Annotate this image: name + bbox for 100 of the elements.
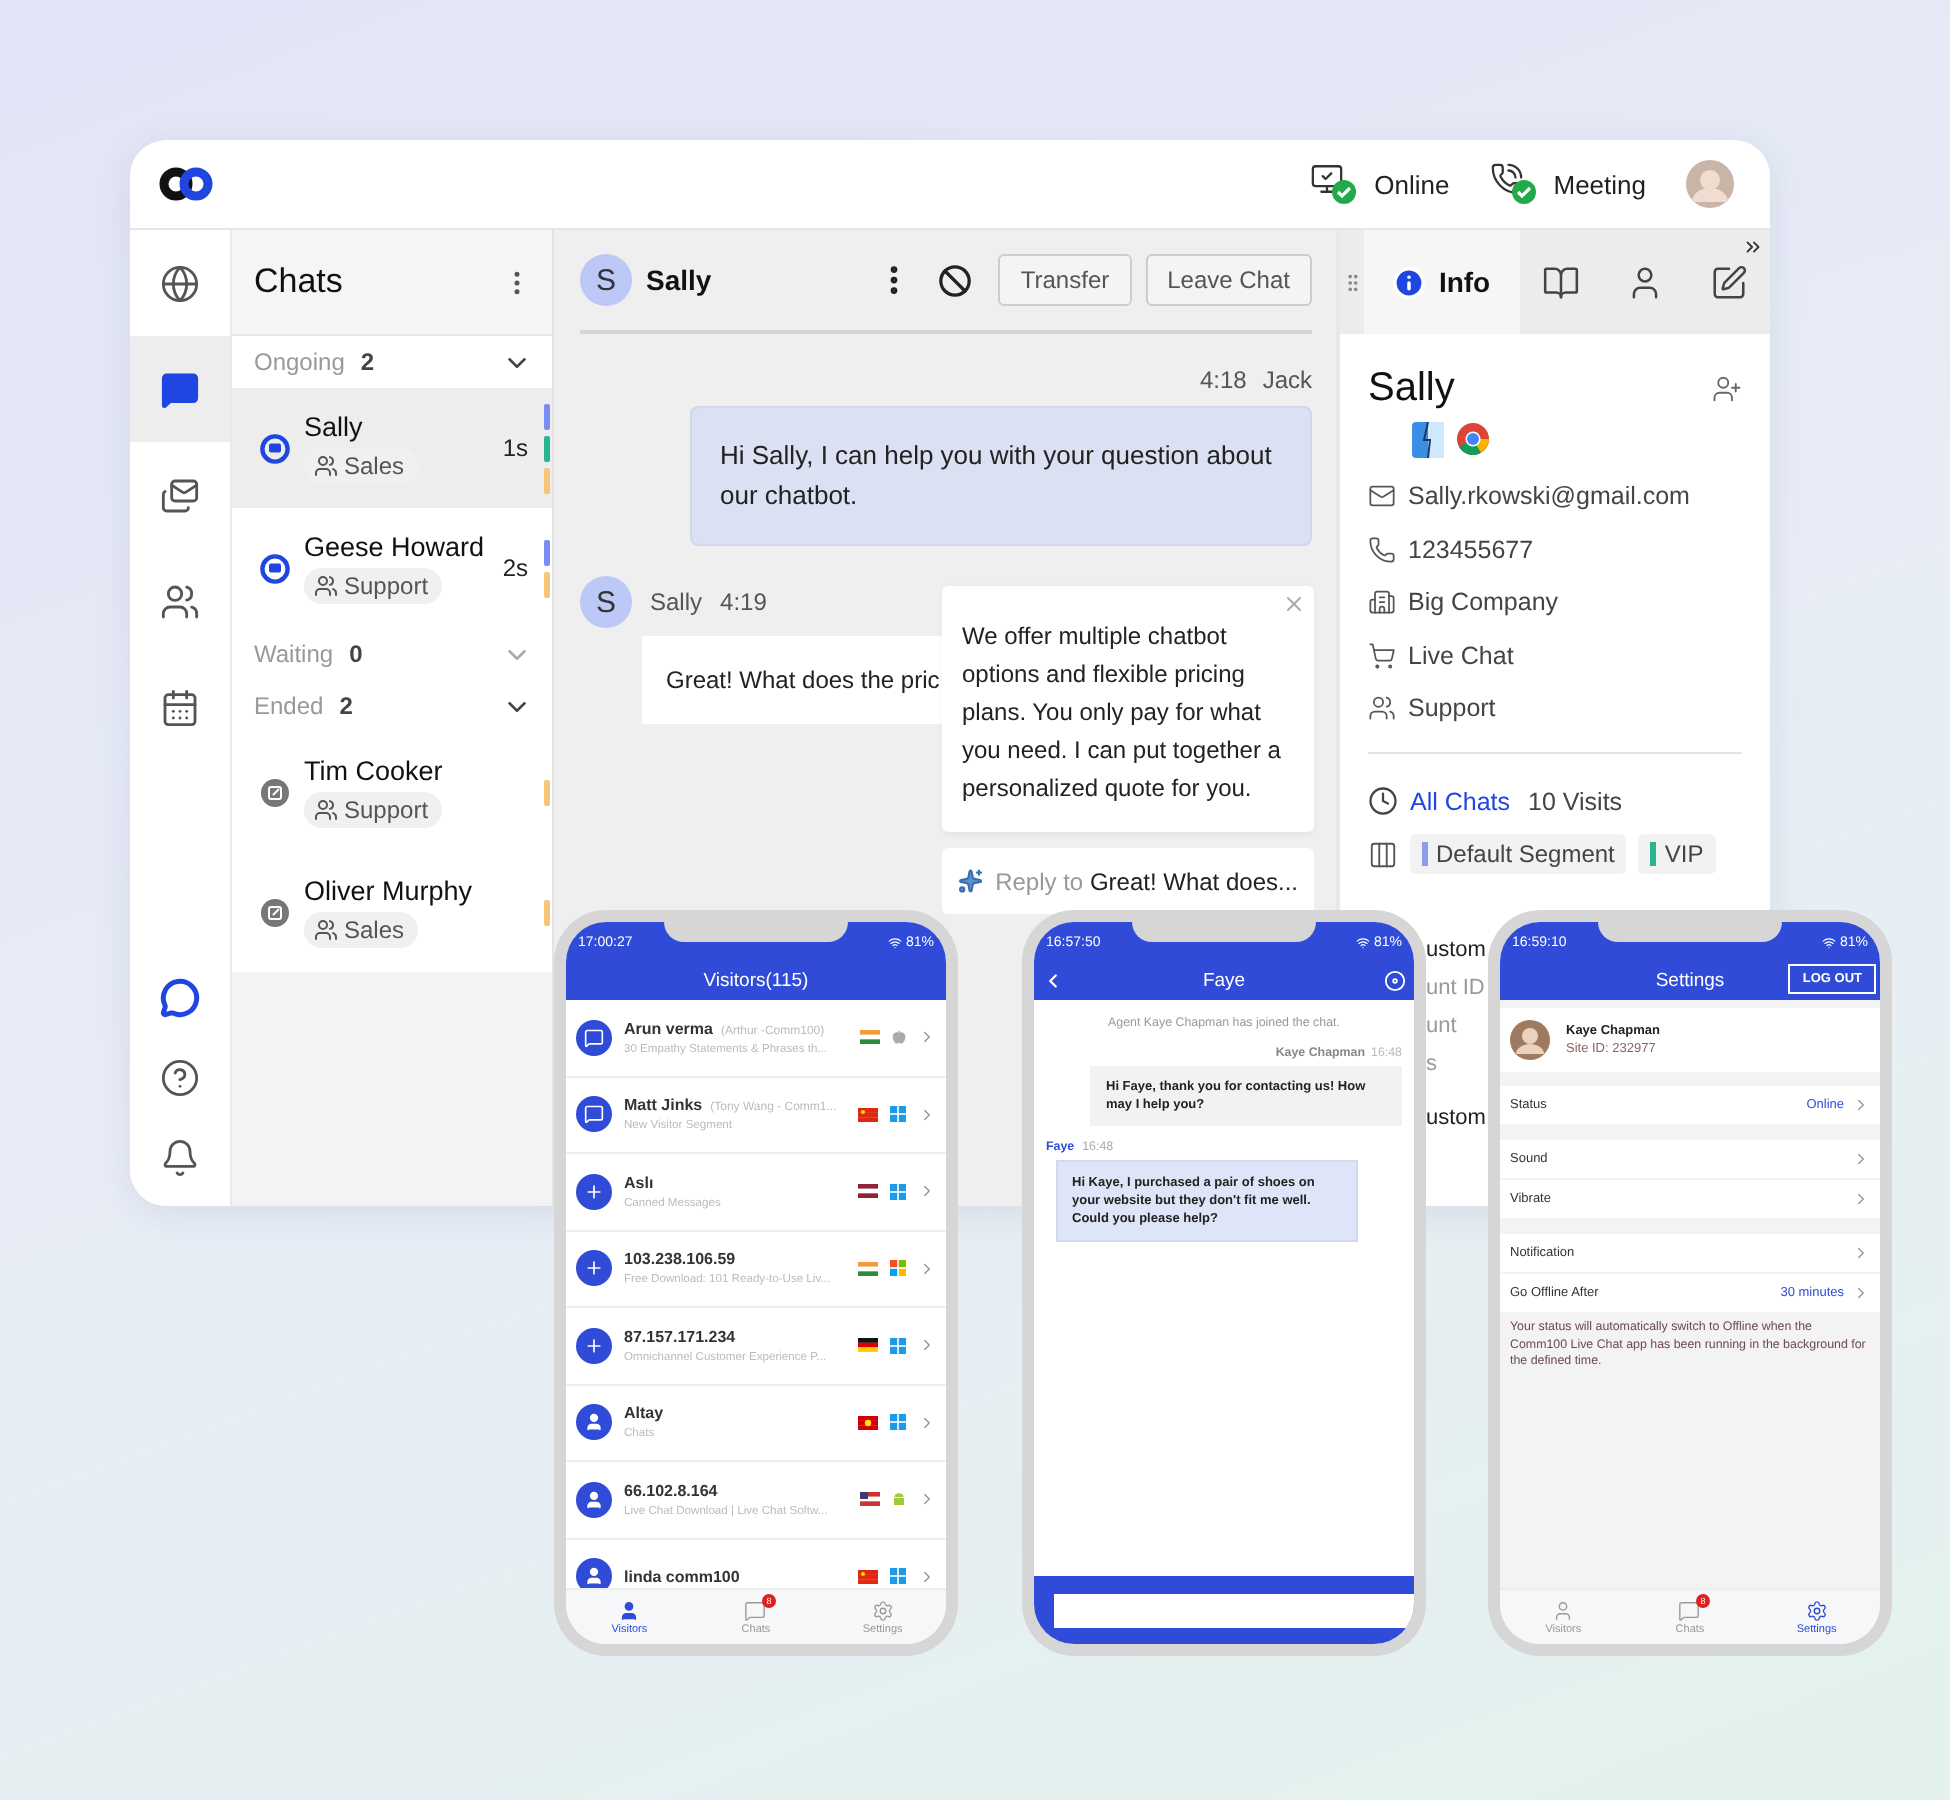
browser-icon — [1456, 422, 1490, 456]
person-icon — [1552, 1599, 1575, 1621]
contact-detail: 123455677 — [1408, 535, 1534, 564]
chevron-icon — [918, 1028, 936, 1047]
users-icon — [314, 918, 338, 942]
contact-name: Tim Cooker — [304, 756, 445, 786]
segment-icon — [1368, 839, 1398, 870]
flag-icon — [860, 1030, 880, 1045]
message-input[interactable] — [1054, 1593, 1414, 1627]
chat-nav-button[interactable] — [130, 336, 230, 442]
field-label: unt ID — [1426, 975, 1485, 999]
chevron-icon — [1852, 1096, 1870, 1114]
visitor-name: Aslı — [624, 1173, 654, 1192]
windows-icon — [890, 1568, 906, 1585]
info-icon — [1392, 265, 1427, 299]
help-icon[interactable] — [160, 1058, 200, 1098]
windows-icon — [890, 1106, 906, 1123]
chevron-icon — [918, 1105, 936, 1124]
contact-detail: Big Company — [1408, 588, 1559, 617]
apple-icon — [892, 1030, 906, 1045]
add-contact-icon[interactable] — [1712, 374, 1742, 404]
department-tag: Sales — [304, 912, 419, 948]
chevron-icon — [918, 1259, 936, 1278]
contact-name: Sally — [304, 412, 365, 442]
contact-name: Oliver Murphy — [304, 876, 475, 906]
flag-icon — [860, 1492, 880, 1507]
logo-icon — [158, 166, 214, 202]
action-button[interactable]: Leave Chat — [1145, 254, 1312, 306]
chat-icon — [1678, 1599, 1701, 1621]
record-icon[interactable] — [1384, 970, 1406, 992]
department-tag: Support — [304, 568, 443, 604]
agent-name: Jack — [1262, 366, 1312, 394]
wifi-icon — [1355, 935, 1370, 949]
flag-icon — [858, 1569, 878, 1584]
chat-avatar-icon — [576, 1096, 612, 1133]
wait-time: 1s — [502, 434, 528, 462]
block-icon[interactable] — [938, 263, 973, 297]
visitor-name: 87.157.171.234 — [624, 1327, 736, 1346]
reply-bar[interactable]: Reply to Great! What does... — [942, 848, 1314, 914]
contact-name: Sally — [646, 264, 714, 296]
chevron-icon — [918, 1490, 936, 1509]
windows-icon — [890, 1337, 906, 1354]
flag-icon — [858, 1107, 878, 1122]
collapse-icon[interactable] — [1742, 236, 1764, 258]
phone-icon — [1368, 535, 1396, 564]
status-label: Online — [1374, 169, 1450, 199]
globe-icon — [160, 263, 200, 303]
mail-icon — [160, 475, 200, 515]
gear-icon — [1805, 1599, 1828, 1621]
users-icon — [314, 574, 338, 598]
chevron-icon — [1852, 1190, 1870, 1208]
chevron-icon — [1852, 1244, 1870, 1262]
chevron-icon — [1852, 1284, 1870, 1302]
contact-detail: Sally.rkowski@gmail.com — [1408, 482, 1690, 511]
edit-status-icon — [260, 777, 290, 807]
avatar-icon — [1510, 1020, 1550, 1060]
wifi-icon — [887, 935, 902, 949]
screen-title: Faye — [1202, 970, 1246, 992]
all-chats-link[interactable]: All Chats — [1410, 787, 1511, 816]
segment-tag: Default Segment — [1410, 834, 1627, 875]
visitor-name: linda comm100 — [624, 1567, 740, 1586]
plus-avatar-icon — [576, 1173, 612, 1210]
contact-avatar: S — [580, 576, 632, 628]
windows-icon — [890, 1260, 906, 1277]
chevron-icon — [918, 1567, 936, 1586]
chat-avatar-icon — [576, 1019, 612, 1056]
calendar-icon — [160, 687, 200, 727]
chevron-icon — [1852, 1150, 1870, 1168]
building-icon — [1368, 588, 1396, 617]
message-time: 4:19 — [720, 588, 767, 616]
chat-status-icon — [260, 553, 290, 583]
chevron-icon — [918, 1336, 936, 1355]
department-tag: Support — [304, 792, 443, 828]
plus-avatar-icon — [576, 1327, 612, 1364]
chevron-icon — [918, 1413, 936, 1432]
flag-icon — [858, 1338, 878, 1353]
chat-check-icon — [1310, 162, 1359, 206]
contact-name: Sally — [1368, 366, 1455, 412]
book-icon — [1541, 263, 1580, 301]
speech-bubble-icon[interactable] — [160, 978, 200, 1018]
section-heading: ustom — [1426, 937, 1486, 961]
android-icon — [892, 1491, 906, 1508]
bell-icon[interactable] — [160, 1138, 200, 1178]
plus-avatar-icon — [576, 1250, 612, 1287]
panel-tab[interactable]: Info — [1363, 230, 1520, 334]
section-heading: ustom — [1426, 1105, 1486, 1129]
flag-icon — [858, 1415, 878, 1430]
chat-item[interactable]: Sally Sales 1s — [232, 388, 552, 508]
chat-status-icon — [260, 433, 290, 463]
contact-detail: Support — [1408, 694, 1496, 723]
visit-count: 10 Visits — [1528, 787, 1623, 816]
action-button[interactable]: Transfer — [998, 254, 1132, 306]
visitor-name: Arun verma — [624, 1019, 713, 1038]
flag-icon — [858, 1184, 878, 1199]
visitor-name: 66.102.8.164 — [624, 1481, 718, 1500]
panel-title: Chats — [254, 262, 343, 302]
users-icon — [160, 581, 200, 621]
screen-title: Settings — [1655, 970, 1725, 992]
edit-status-icon — [260, 897, 290, 927]
flag-icon — [858, 1261, 878, 1276]
